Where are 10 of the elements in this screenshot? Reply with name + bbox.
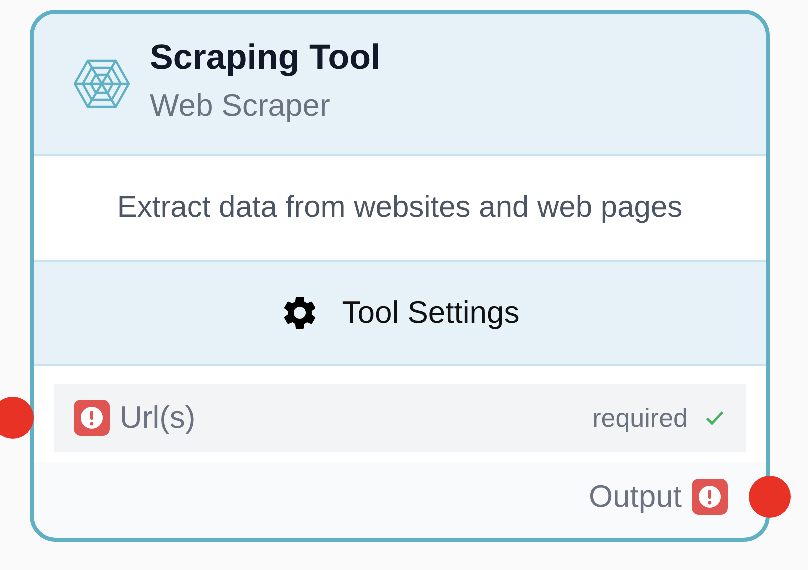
tool-settings-button[interactable]: Tool Settings (34, 262, 766, 366)
node-subtitle: Web Scraper (150, 88, 332, 124)
node-title: Scraping Tool (150, 38, 381, 78)
required-label: required (592, 402, 688, 434)
input-handle[interactable] (0, 397, 34, 439)
output-handle[interactable] (749, 476, 791, 518)
output-label: Output (588, 479, 682, 515)
node-description: Extract data from websites and web pages (117, 191, 683, 225)
spider-web-icon (74, 59, 130, 109)
input-label: Url(s) (120, 400, 197, 436)
